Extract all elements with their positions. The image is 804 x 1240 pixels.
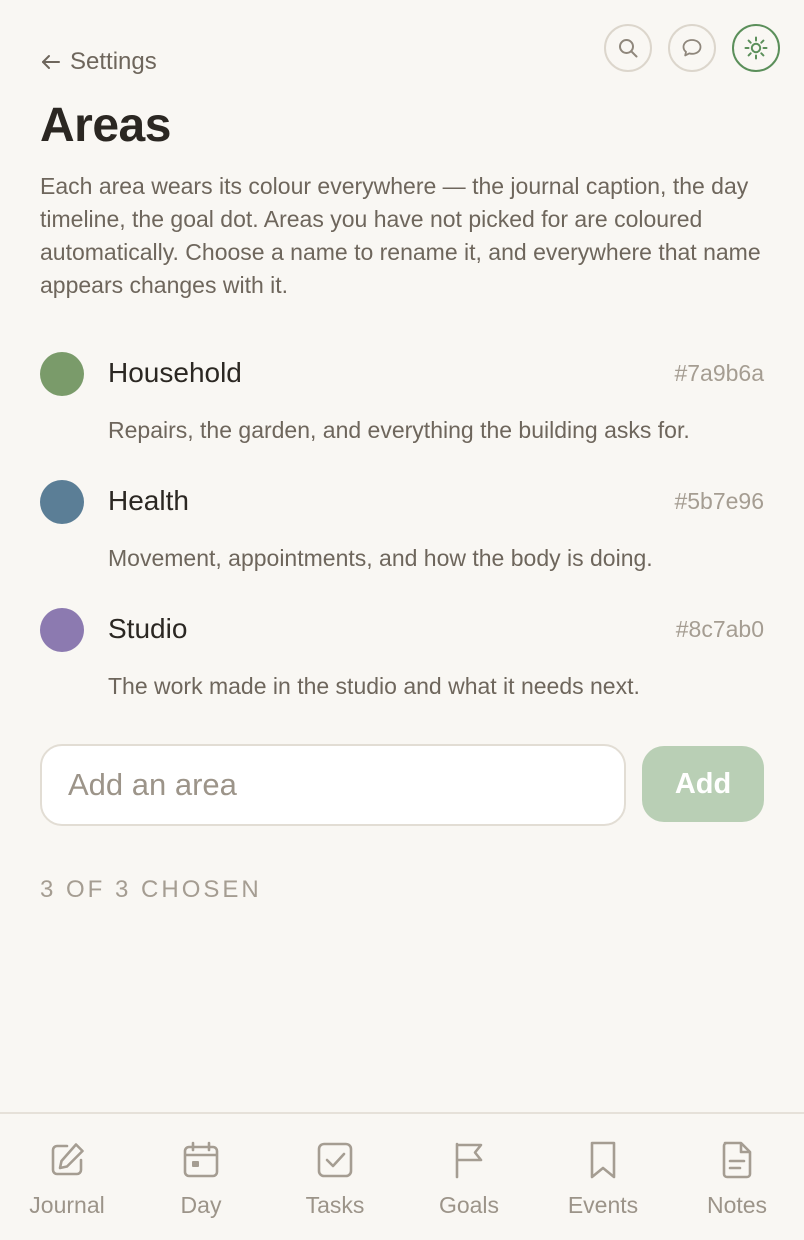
top-actions — [604, 24, 780, 72]
area-color-hex: #7a9b6a — [674, 360, 764, 386]
area-item-household: Household #7a9b6a Repairs, the garden, a… — [40, 350, 764, 478]
page-title: Areas — [40, 99, 171, 152]
page-description: Each area wears its colour everywhere — … — [40, 173, 761, 298]
area-description: Movement, appointments, and how the body… — [108, 545, 653, 571]
nav-label: Events — [567, 1192, 639, 1218]
area-color-hex: #5b7e96 — [674, 488, 764, 514]
search-button[interactable] — [604, 24, 652, 72]
area-name[interactable]: Studio — [108, 613, 187, 645]
nav-label: Goals — [438, 1192, 500, 1218]
nav-label: Journal — [29, 1192, 105, 1218]
chosen-count-label: 3 OF 3 CHOSEN — [40, 876, 262, 903]
add-area-form: Add — [40, 744, 764, 826]
nav-item-events[interactable]: Events — [536, 1114, 670, 1240]
area-item-studio: Studio #8c7ab0 The work made in the stud… — [40, 606, 764, 734]
pencil-square-icon — [51, 1143, 84, 1176]
area-color-dot[interactable] — [40, 480, 84, 524]
nav-label: Day — [180, 1192, 222, 1218]
bookmark-icon — [590, 1141, 616, 1179]
nav-item-goals[interactable]: Goals — [402, 1114, 536, 1240]
area-color-dot[interactable] — [40, 608, 84, 652]
area-color-dot[interactable] — [40, 352, 84, 396]
nav-item-notes[interactable]: Notes — [670, 1114, 804, 1240]
back-to-settings-link[interactable]: Settings — [40, 48, 157, 76]
add-area-input[interactable] — [40, 744, 626, 826]
comment-icon — [682, 39, 702, 57]
back-link-label: Settings — [70, 48, 157, 75]
nav-label: Tasks — [305, 1192, 365, 1218]
comment-button[interactable] — [668, 24, 716, 72]
nav-item-day[interactable]: Day — [134, 1114, 268, 1240]
arrow-left-icon — [42, 55, 60, 69]
nav-item-tasks[interactable]: Tasks — [268, 1114, 402, 1240]
area-list: Household #7a9b6a Repairs, the garden, a… — [40, 350, 764, 734]
theme-toggle-button[interactable] — [732, 24, 780, 72]
search-icon — [619, 39, 638, 58]
checkbox-icon — [317, 1142, 353, 1178]
nav-label: Notes — [706, 1192, 768, 1218]
area-name[interactable]: Household — [108, 357, 242, 389]
area-item-health: Health #5b7e96 Movement, appointments, a… — [40, 478, 764, 606]
add-area-button[interactable]: Add — [642, 746, 764, 822]
flag-icon — [455, 1142, 483, 1179]
nav-item-journal[interactable]: Journal — [0, 1114, 134, 1240]
area-description: Repairs, the garden, and everything the … — [108, 417, 690, 443]
calendar-icon — [183, 1141, 219, 1178]
document-icon — [722, 1141, 752, 1179]
area-name[interactable]: Health — [108, 485, 189, 517]
bottom-nav: Journal Day Tasks Goals Events Notes — [0, 1112, 804, 1240]
area-color-hex: #8c7ab0 — [675, 616, 764, 642]
sun-icon — [744, 36, 768, 60]
area-description: The work made in the studio and what it … — [108, 673, 640, 699]
